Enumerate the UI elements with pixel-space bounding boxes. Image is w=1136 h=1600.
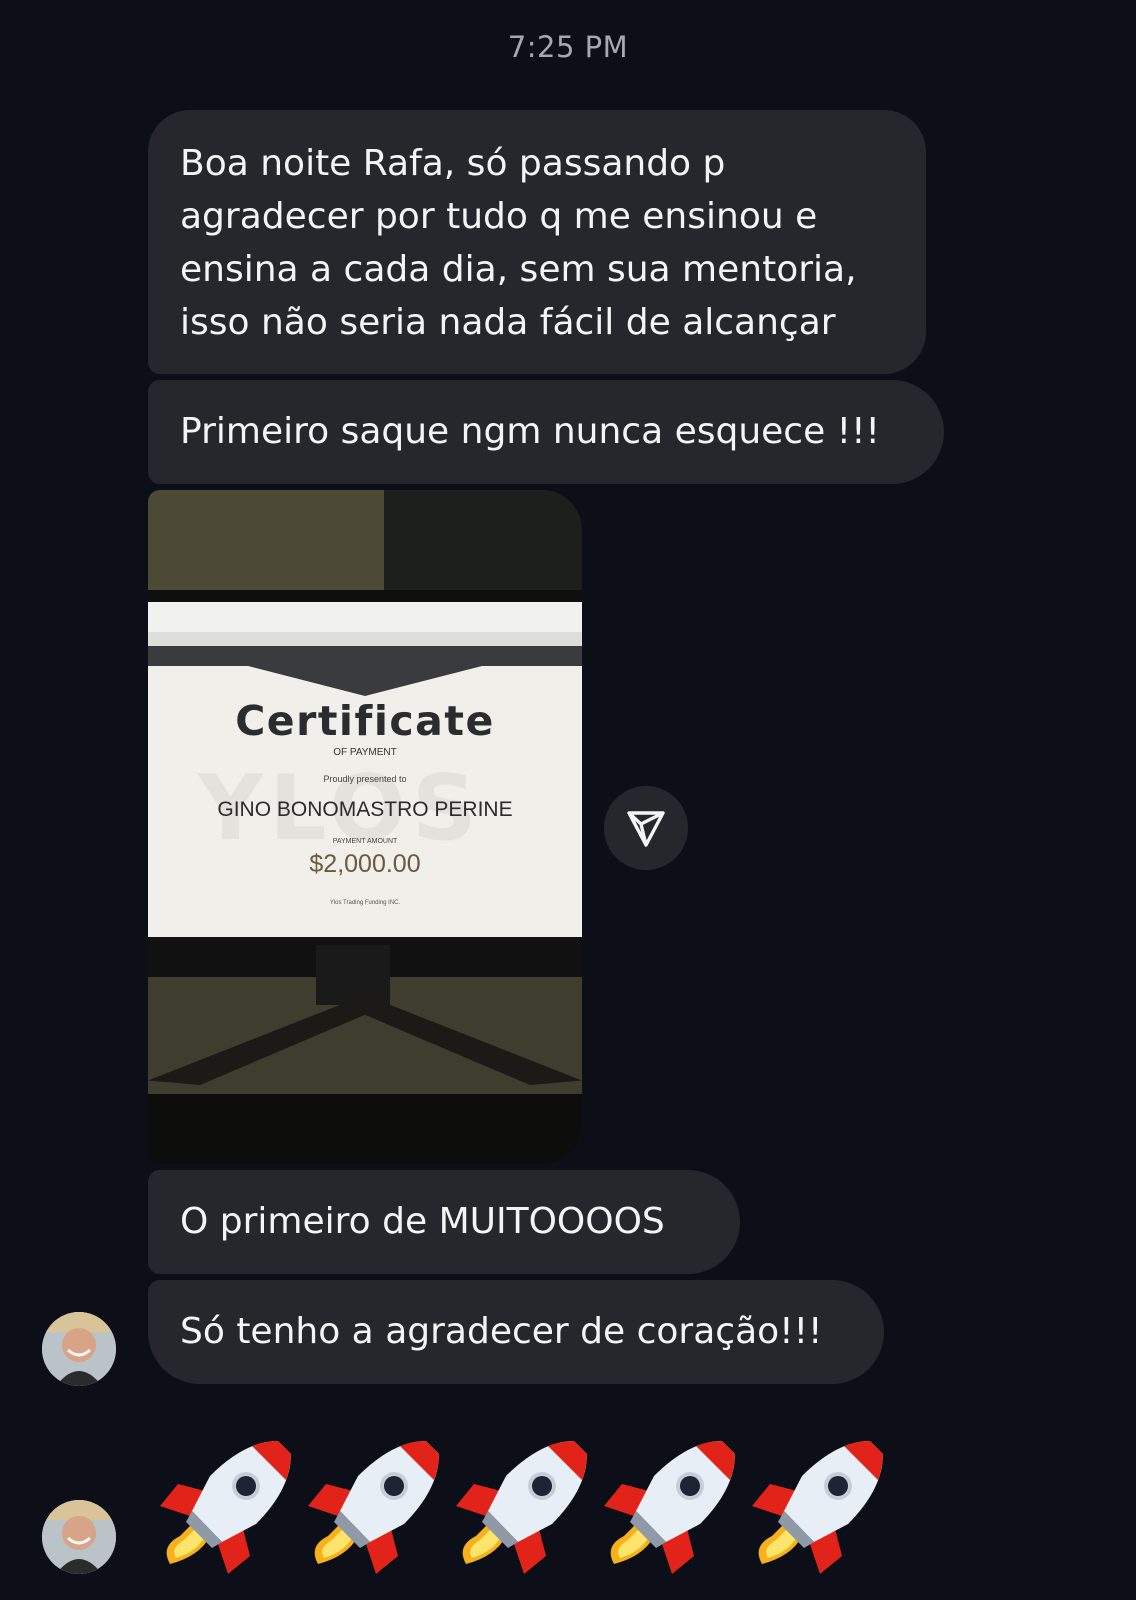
photo-wall [148, 490, 384, 600]
message-bubble-2[interactable]: Primeiro saque ngm nunca esquece !!! [148, 380, 944, 484]
rocket-icon [752, 1441, 883, 1574]
certificate-document: YLOS Certificate OF PAYMENT Proudly pres… [148, 666, 582, 937]
certificate-title: Certificate [235, 697, 495, 745]
message-bubble-4[interactable]: Só tenho a agradecer de coração!!! [148, 1280, 884, 1384]
avatar-image [42, 1500, 116, 1574]
message-timestamp: 7:25 PM [507, 30, 629, 64]
browser-bar [148, 602, 582, 633]
browser-bookmarks [148, 632, 582, 646]
avatar-image [42, 1312, 116, 1386]
avatar[interactable] [42, 1312, 116, 1386]
message-text: O primeiro de MUITOOOOS [180, 1201, 665, 1242]
certificate-subtitle: OF PAYMENT [333, 747, 397, 758]
message-line: isso não seria nada fácil de alcançar [180, 302, 836, 343]
rocket-icon [604, 1441, 735, 1574]
message-bubble-1[interactable]: Boa noite Rafa, só passando p agradecer … [148, 110, 926, 374]
monitor-bezel [148, 590, 582, 602]
photo-message[interactable]: YLOS Certificate OF PAYMENT Proudly pres… [148, 490, 582, 1164]
message-line: agradecer por tudo q me ensinou e [180, 196, 818, 237]
rocket-icon [308, 1441, 439, 1574]
emoji-message[interactable] [150, 1436, 890, 1576]
certificate-presented: Proudly presented to [323, 774, 407, 784]
rocket-icon [456, 1441, 587, 1574]
message-line: Boa noite Rafa, só passando p [180, 143, 726, 184]
photo-keyboard [148, 1094, 582, 1164]
rocket-emoji-row [160, 1441, 883, 1574]
monitor-stand-neck [316, 945, 390, 1005]
certificate-ribbon [248, 666, 482, 696]
photo-wall-shadow [384, 490, 582, 600]
certificate-footer: Ylos Trading Funding INC. [329, 900, 401, 906]
share-send-icon [627, 811, 665, 847]
message-line: ensina a cada dia, sem sua mentoria, [180, 249, 857, 290]
monitor-screen: YLOS Certificate OF PAYMENT Proudly pres… [148, 602, 582, 937]
certificate-name: GINO BONOMASTRO PERINE [217, 798, 513, 821]
message-text: Só tenho a agradecer de coração!!! [180, 1311, 823, 1352]
avatar[interactable] [42, 1500, 116, 1574]
message-text: Primeiro saque ngm nunca esquece !!! [180, 411, 880, 452]
rocket-icon [160, 1441, 291, 1574]
share-button[interactable] [604, 786, 688, 870]
pdf-toolbar [148, 646, 582, 666]
certificate-amount-label: PAYMENT AMOUNT [332, 838, 398, 845]
message-bubble-3[interactable]: O primeiro de MUITOOOOS [148, 1170, 740, 1274]
certificate-amount: $2,000.00 [309, 850, 421, 878]
